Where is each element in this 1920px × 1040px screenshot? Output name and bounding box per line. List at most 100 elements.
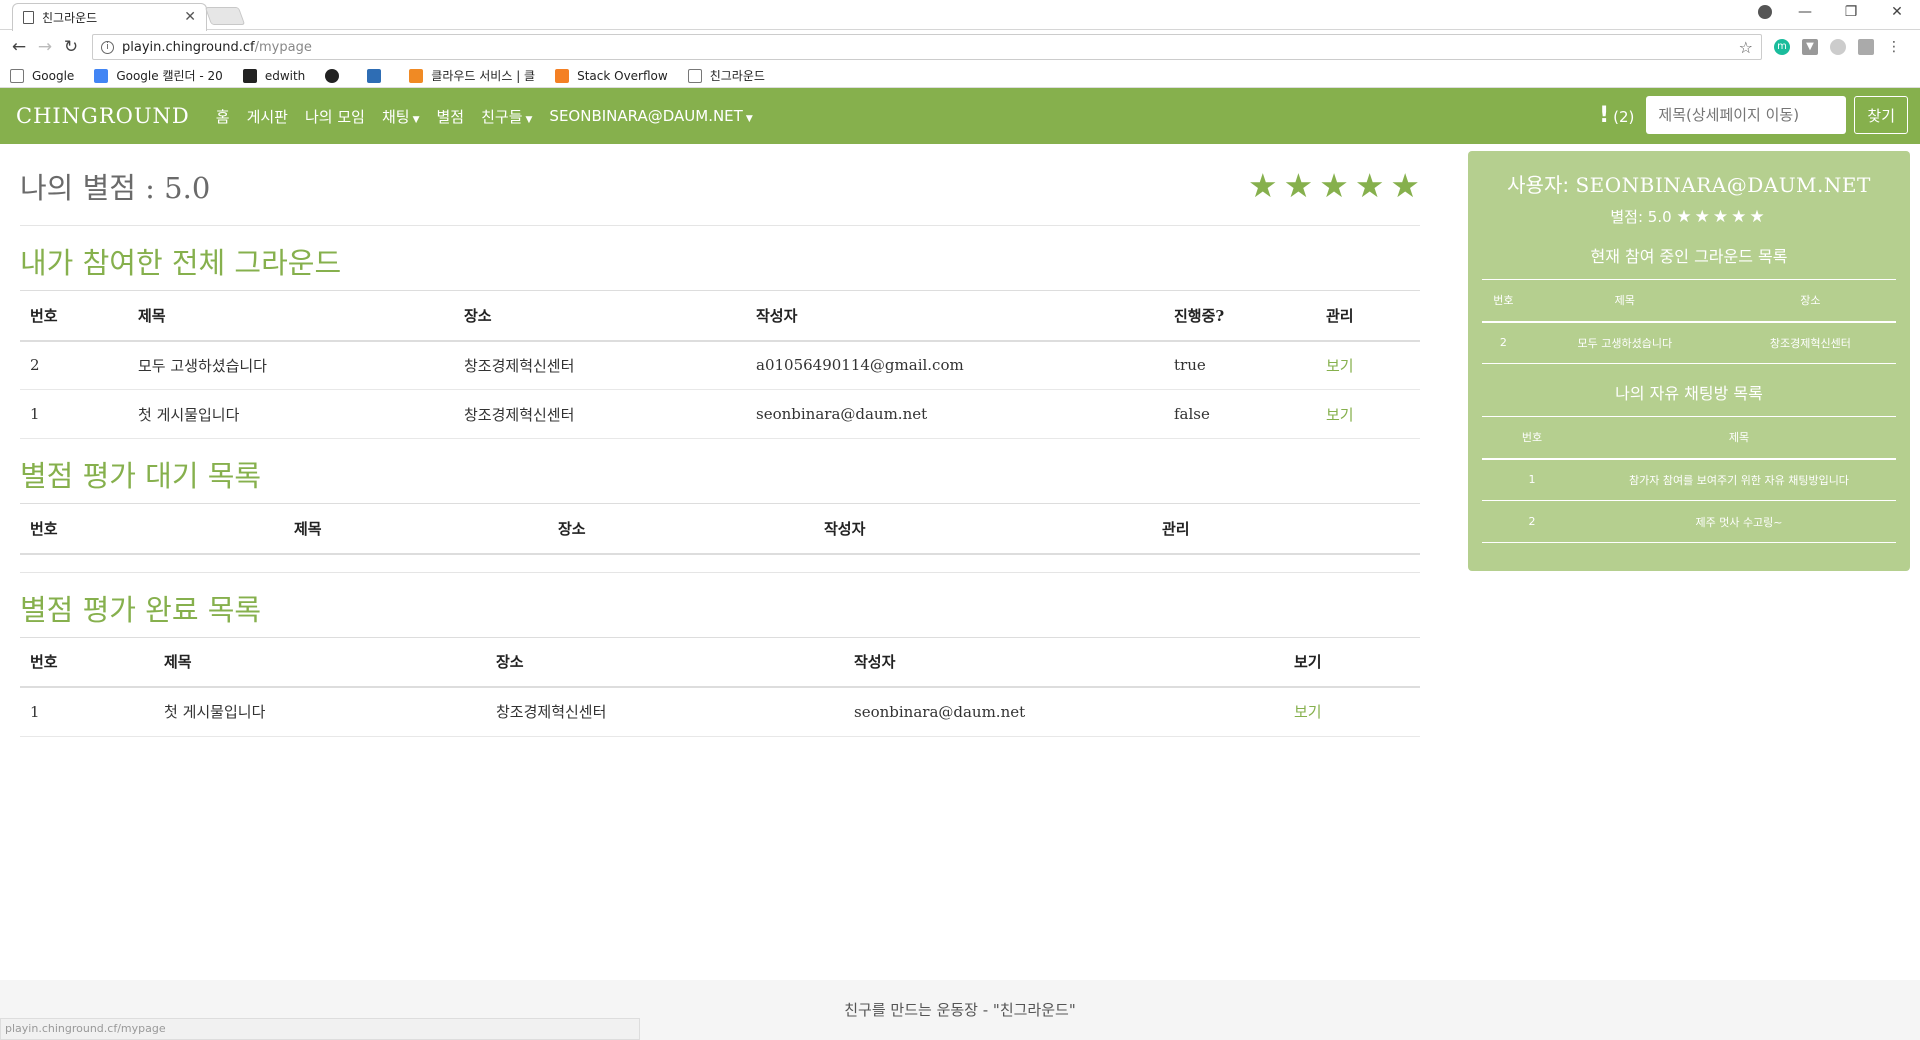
cell-number: 1	[1482, 458, 1582, 501]
exclamation-icon: !	[1599, 102, 1610, 128]
view-link[interactable]: 보기	[1316, 340, 1420, 390]
sidebar-stars: ★★★★★	[1676, 207, 1768, 227]
search-button[interactable]: 찾기	[1854, 96, 1908, 134]
cell-title: 제주 멋사 수고링~	[1582, 500, 1896, 543]
table-header-row: 번호 제목 장소 작성자 보기	[20, 636, 1420, 688]
cell-author: a01056490114@gmail.com	[746, 340, 1164, 390]
site-navbar: CHINGROUND 홈 게시판 나의 모임 채팅 ▼ 별점 친구들 ▼ SEONB…	[0, 88, 1920, 144]
done-title: 별점 평가 완료 목록	[20, 592, 262, 627]
calendar-icon	[94, 68, 109, 83]
nav-user-dropdown[interactable]: SEONBINARA@DAUM.NET ▼	[549, 107, 752, 125]
col-title: 제목	[1582, 416, 1896, 460]
col-place: 장소	[486, 636, 844, 688]
cell-place: 창조경제혁신센터	[1724, 321, 1896, 364]
user-label: 사용자:	[1507, 173, 1570, 197]
cell-number: 2	[20, 340, 128, 390]
col-title: 제목	[128, 290, 454, 342]
col-number: 번호	[1482, 416, 1582, 460]
star-icon: ★	[1319, 166, 1349, 205]
cell-author: seonbinara@daum.net	[746, 389, 1164, 439]
page-icon	[687, 68, 702, 83]
col-number: 번호	[20, 503, 284, 555]
current-grounds-title: 현재 참여 중인 그라운드 목록	[1590, 247, 1788, 266]
nav-my-meetings[interactable]: 나의 모임	[305, 106, 365, 127]
extension-m-icon[interactable]: m	[1774, 39, 1790, 55]
github-icon	[325, 68, 340, 83]
bookmarks-bar: Google Google 캘린더 - 20 edwith 클라우드 서비스 |…	[0, 64, 1920, 88]
chat-rooms-table: 번호 제목 1 참가자 참여를 보여주기 위한 자유 채팅방입니다 2 제주 멋…	[1482, 416, 1896, 543]
menu-icon[interactable]: ⋮	[1886, 39, 1902, 55]
table-row[interactable]: 1 참가자 참여를 보여주기 위한 자유 채팅방입니다	[1482, 458, 1896, 501]
star-icon: ★	[1248, 166, 1278, 205]
extension-circle-icon[interactable]	[1830, 39, 1846, 55]
divider	[20, 555, 1420, 573]
stackoverflow-icon	[555, 68, 570, 83]
bookmark-edwith[interactable]: edwith	[242, 68, 305, 83]
cell-in-progress: false	[1164, 389, 1316, 439]
bookmark-stackoverflow[interactable]: Stack Overflow	[555, 68, 668, 83]
browser-tabbar: 친그라운드 ✕ — ❐ ✕	[0, 0, 1920, 31]
info-icon[interactable]: i	[101, 40, 114, 54]
nav-friends-dropdown[interactable]: 친구들 ▼	[481, 106, 532, 127]
table-header-row: 번호 제목	[1482, 416, 1896, 460]
col-author: 작성자	[814, 503, 1152, 555]
all-grounds-table: 번호 제목 장소 작성자 진행중? 관리 2 모두 고생하셨습니다 창조경제혁신…	[20, 290, 1420, 439]
nav-home[interactable]: 홈	[216, 106, 230, 127]
bookmark-github[interactable]	[325, 68, 347, 83]
cell-place: 창조경제혁신센터	[454, 340, 746, 390]
bookmark-star-icon[interactable]: ☆	[1739, 38, 1753, 57]
col-title: 제목	[1524, 279, 1725, 323]
url-field[interactable]: i playin.chinground.cf/mypage ☆	[92, 34, 1762, 60]
forward-icon[interactable]: →	[32, 37, 58, 57]
sidebar-rating-label: 별점: 5.0	[1610, 208, 1672, 226]
account-icon[interactable]	[1758, 5, 1772, 19]
cell-author: seonbinara@daum.net	[844, 687, 1284, 737]
cell-number: 2	[1482, 500, 1582, 543]
table-row[interactable]: 2 모두 고생하셨습니다 창조경제혁신센터	[1482, 321, 1896, 364]
url-host: playin.chinground.cf	[122, 39, 255, 55]
table-row: 2 모두 고생하셨습니다 창조경제혁신센터 a01056490114@gmail…	[20, 340, 1420, 390]
table-header-row: 번호 제목 장소 작성자 진행중? 관리	[20, 290, 1420, 342]
bookmark-calendar[interactable]: Google 캘린더 - 20	[94, 67, 223, 84]
cell-place: 창조경제혁신센터	[486, 687, 844, 737]
star-icon: ★	[1390, 166, 1420, 205]
browser-tab[interactable]: 친그라운드 ✕	[12, 3, 207, 31]
table-header-row: 번호 제목 장소 작성자 관리	[20, 503, 1420, 555]
new-tab-button[interactable]	[204, 7, 246, 25]
extension-v-icon[interactable]: ▼	[1802, 39, 1818, 55]
col-author: 작성자	[746, 290, 1164, 342]
table-header-row: 번호 제목 장소	[1482, 279, 1896, 323]
bookmark-cube[interactable]: 클라우드 서비스 | 클	[409, 67, 535, 84]
close-tab-icon[interactable]: ✕	[184, 9, 196, 25]
col-manage: 관리	[1152, 503, 1420, 555]
window-controls: — ❐ ✕	[1782, 4, 1920, 20]
table-row[interactable]: 2 제주 멋사 수고링~	[1482, 500, 1896, 543]
bookmark-google[interactable]: Google	[10, 68, 74, 83]
cell-in-progress: true	[1164, 340, 1316, 390]
brand-logo[interactable]: CHINGROUND	[16, 104, 190, 128]
done-table: 번호 제목 장소 작성자 보기 1 첫 게시물입니다 창조경제혁신센터 seon…	[20, 636, 1420, 737]
minimize-icon[interactable]: —	[1782, 4, 1828, 20]
search-input[interactable]	[1646, 96, 1847, 134]
cube-icon	[409, 68, 424, 83]
view-link[interactable]: 보기	[1316, 389, 1420, 439]
star-icon: ★	[1354, 166, 1385, 205]
table-row: 1 첫 게시물입니다 창조경제혁신센터 seonbinara@daum.net …	[20, 389, 1420, 439]
reload-icon[interactable]: ↻	[58, 37, 84, 57]
cell-number: 1	[20, 389, 128, 439]
restore-icon[interactable]: ❐	[1828, 4, 1874, 20]
table-row: 1 첫 게시물입니다 창조경제혁신센터 seonbinara@daum.net …	[20, 687, 1420, 737]
back-icon[interactable]: ←	[6, 37, 32, 57]
extensions: m ▼ ⋮	[1774, 39, 1902, 55]
nav-rating[interactable]: 별점	[436, 106, 464, 127]
notification-link[interactable]: ! (2)	[1599, 103, 1634, 128]
nav-board[interactable]: 게시판	[247, 106, 288, 127]
caret-down-icon: ▼	[412, 114, 420, 125]
bookmark-chinground[interactable]: 친그라운드	[687, 67, 765, 84]
extension-square-icon[interactable]	[1858, 39, 1874, 55]
bookmark-tool[interactable]	[367, 68, 389, 83]
nav-chat-dropdown[interactable]: 채팅 ▼	[382, 106, 420, 127]
view-link[interactable]: 보기	[1284, 687, 1420, 737]
nav-right: !(2) 찾기	[1599, 96, 1908, 134]
close-window-icon[interactable]: ✕	[1874, 4, 1920, 20]
